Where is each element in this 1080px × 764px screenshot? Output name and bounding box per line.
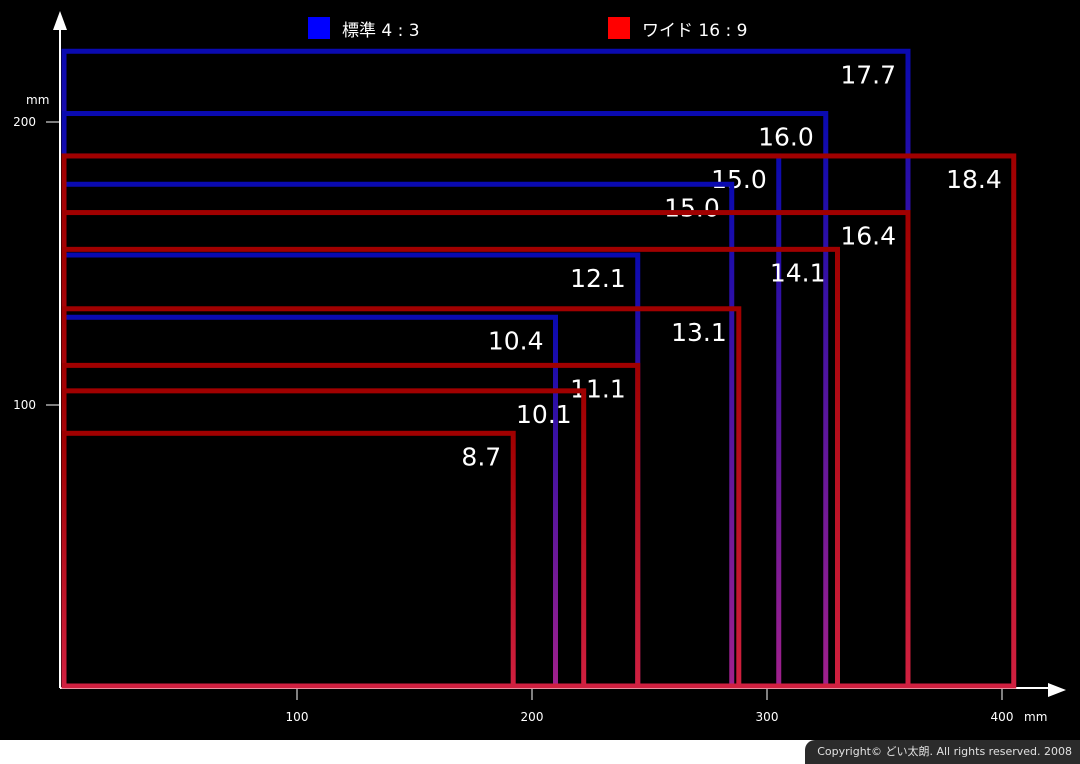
size-label-wide-1: 16.4	[840, 222, 896, 251]
chart-area: 100 200 300 400 mm 100 200 mm 17.7 16.0 15.0 15.0 12…	[0, 0, 1080, 740]
size-label-wide-3: 13.1	[671, 318, 727, 347]
size-label-standard-2: 15.0	[711, 165, 767, 194]
legend-item-wide: ワイド 16 : 9	[608, 16, 748, 41]
x-tick-label-1: 200	[521, 710, 544, 724]
x-tick-label-3: 400	[991, 710, 1014, 724]
size-label-standard-4: 12.1	[570, 264, 626, 293]
y-unit-label: mm	[26, 93, 49, 107]
screen-rect-standard-5	[61, 314, 558, 689]
x-unit-label: mm	[1024, 710, 1047, 724]
size-label-standard-0: 17.7	[840, 60, 896, 89]
y-axis-arrow	[53, 11, 67, 30]
y-tick-label-1: 200	[13, 115, 36, 129]
copyright-text: Copyright© どい太朗. All rights reserved. 20…	[805, 740, 1080, 764]
x-tick-label-2: 300	[756, 710, 779, 724]
x-tick-label-0: 100	[286, 710, 309, 724]
size-label-standard-5: 10.4	[488, 326, 544, 355]
chart-svg: 100 200 300 400 mm 100 200 mm 17.7 16.0 15.015.0 12…	[13, 11, 1066, 724]
size-label-wide-5: 10.1	[516, 400, 572, 429]
legend-label-wide: ワイド 16 : 9	[642, 20, 748, 41]
size-label-wide-2: 14.1	[770, 258, 826, 287]
legend-item-standard: 標準 4 : 3	[308, 16, 420, 41]
x-axis-arrow	[1048, 683, 1066, 697]
legend-swatch-standard	[308, 17, 330, 39]
size-label-standard-1: 16.0	[758, 123, 814, 152]
legend-swatch-wide	[608, 17, 630, 39]
footer-bar: Copyright© どい太朗. All rights reserved. 20…	[0, 740, 1080, 764]
size-label-wide-6: 8.7	[461, 442, 501, 471]
screen-rect-wide-6	[61, 430, 516, 689]
y-tick-label-0: 100	[13, 398, 36, 412]
legend-label-standard: 標準 4 : 3	[342, 20, 420, 41]
size-label-standard-3: 15.0	[664, 193, 720, 222]
screen-rect-standard-2	[61, 153, 782, 689]
size-label-wide-0: 18.4	[946, 165, 1002, 194]
